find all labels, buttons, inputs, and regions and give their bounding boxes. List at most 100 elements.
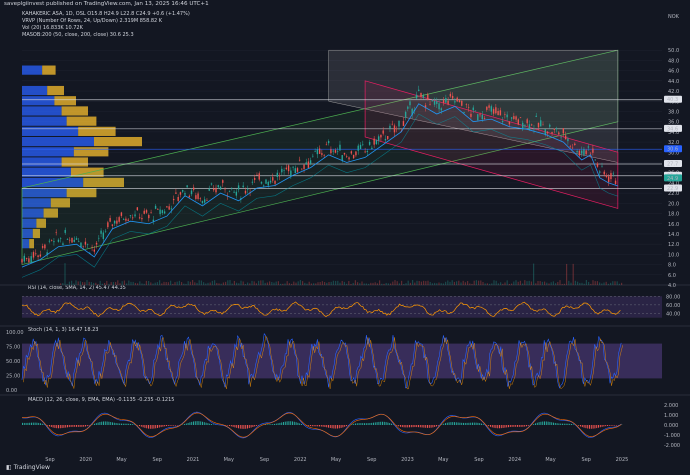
macd-histogram-bar <box>362 423 364 425</box>
macd-histogram-bar <box>401 425 403 428</box>
volume-bar <box>374 282 376 285</box>
macd-histogram-bar <box>463 422 464 425</box>
macd-histogram-bar <box>76 425 77 427</box>
macd-histogram-bar <box>373 422 374 425</box>
volume-bar <box>568 280 570 285</box>
price-candle <box>531 124 533 126</box>
volume-bar <box>141 283 143 285</box>
volume-bar <box>537 281 539 285</box>
volume-profile-down <box>94 136 142 147</box>
price-candle <box>553 128 555 130</box>
volume-bar <box>585 280 587 285</box>
price-candle <box>352 154 355 159</box>
macd-histogram-bar <box>86 425 88 427</box>
macd-histogram-bar <box>479 423 481 425</box>
price-candle <box>102 232 105 239</box>
volume-bar <box>306 283 308 285</box>
macd-histogram-bar <box>466 422 468 425</box>
volume-bar <box>414 282 416 285</box>
volume-bar <box>530 281 532 285</box>
macd-histogram-bar <box>603 425 605 427</box>
volume-bar <box>596 281 598 285</box>
macd-histogram-bar <box>535 423 536 425</box>
price-candle <box>316 149 319 155</box>
volume-bar <box>401 280 403 285</box>
macd-histogram-bar <box>497 425 499 429</box>
price-candle <box>247 189 249 190</box>
macd-histogram-bar <box>49 425 50 427</box>
price-candle <box>533 128 535 130</box>
volume-bar <box>330 281 332 285</box>
macd-histogram-bar <box>140 425 142 427</box>
time-tick-label: Sep <box>582 457 591 463</box>
price-candle <box>166 206 168 208</box>
macd-histogram-bar <box>22 422 23 425</box>
price-candle <box>350 151 353 154</box>
volume-bar <box>359 283 361 285</box>
price-candle <box>483 118 486 119</box>
price-candle <box>256 174 258 176</box>
price-candle <box>495 107 497 114</box>
volume-bar <box>297 281 299 285</box>
volume-bar <box>392 281 394 285</box>
macd-histogram-bar <box>292 421 293 425</box>
price-candle <box>355 151 357 156</box>
volume-bar <box>416 280 418 285</box>
price-candle <box>387 136 389 139</box>
volume-bar <box>211 280 213 285</box>
volume-bar <box>403 283 405 285</box>
macd-histogram-bar <box>419 425 421 428</box>
price-tick-label: 6.0 <box>668 273 676 279</box>
price-candle <box>346 156 348 157</box>
macd-histogram-bar <box>511 425 513 427</box>
macd-histogram-bar <box>270 424 272 425</box>
volume-bar <box>451 280 453 285</box>
macd-histogram-bar <box>284 421 286 425</box>
macd-histogram-bar <box>106 421 108 425</box>
volume-bar <box>436 283 438 285</box>
price-candle <box>184 193 186 195</box>
macd-histogram-bar <box>315 425 317 427</box>
stoch-tick-label-left: 0.00 <box>6 388 17 394</box>
price-candle <box>129 215 132 217</box>
volume-bar <box>88 281 90 285</box>
price-candle <box>549 124 551 127</box>
macd-histogram-bar <box>191 421 193 425</box>
volume-bar <box>346 283 348 285</box>
macd-histogram-bar <box>616 425 617 426</box>
price-tick-label: 18.0 <box>668 212 679 218</box>
volume-bar <box>324 281 326 285</box>
price-candle <box>431 100 433 102</box>
price-candle <box>290 170 292 176</box>
volume-bar <box>258 280 260 285</box>
volume-bar <box>398 283 400 285</box>
chart-canvas[interactable]: 50.048.046.044.042.040.038.036.034.032.0… <box>0 0 690 475</box>
volume-bar <box>172 283 174 285</box>
price-candle <box>278 175 281 177</box>
volume-bar <box>229 280 231 285</box>
time-tick-label: 2022 <box>294 457 307 463</box>
volume-bar <box>97 283 99 285</box>
price-candle <box>100 230 102 234</box>
macd-histogram-bar <box>387 422 389 425</box>
price-candle <box>427 94 429 100</box>
volume-bar <box>449 281 451 285</box>
volume-bar <box>453 281 455 285</box>
macd-histogram-bar <box>283 422 284 425</box>
volume-profile-down <box>42 65 56 75</box>
macd-histogram-bar <box>83 425 85 427</box>
price-badge-label: 34.6 <box>667 126 678 132</box>
price-candle <box>368 141 371 145</box>
volume-bar <box>117 280 119 285</box>
macd-tick-label: -2.000 <box>664 443 680 449</box>
volume-bar <box>240 280 242 285</box>
price-candle <box>603 171 605 175</box>
volume-bar <box>486 283 488 285</box>
price-candle <box>330 149 332 154</box>
price-candle <box>458 100 461 103</box>
volume-bar <box>420 281 422 285</box>
volume-bar <box>370 282 372 285</box>
macd-histogram-bar <box>572 424 574 425</box>
volume-bar <box>372 282 374 285</box>
macd-histogram-bar <box>385 422 387 425</box>
